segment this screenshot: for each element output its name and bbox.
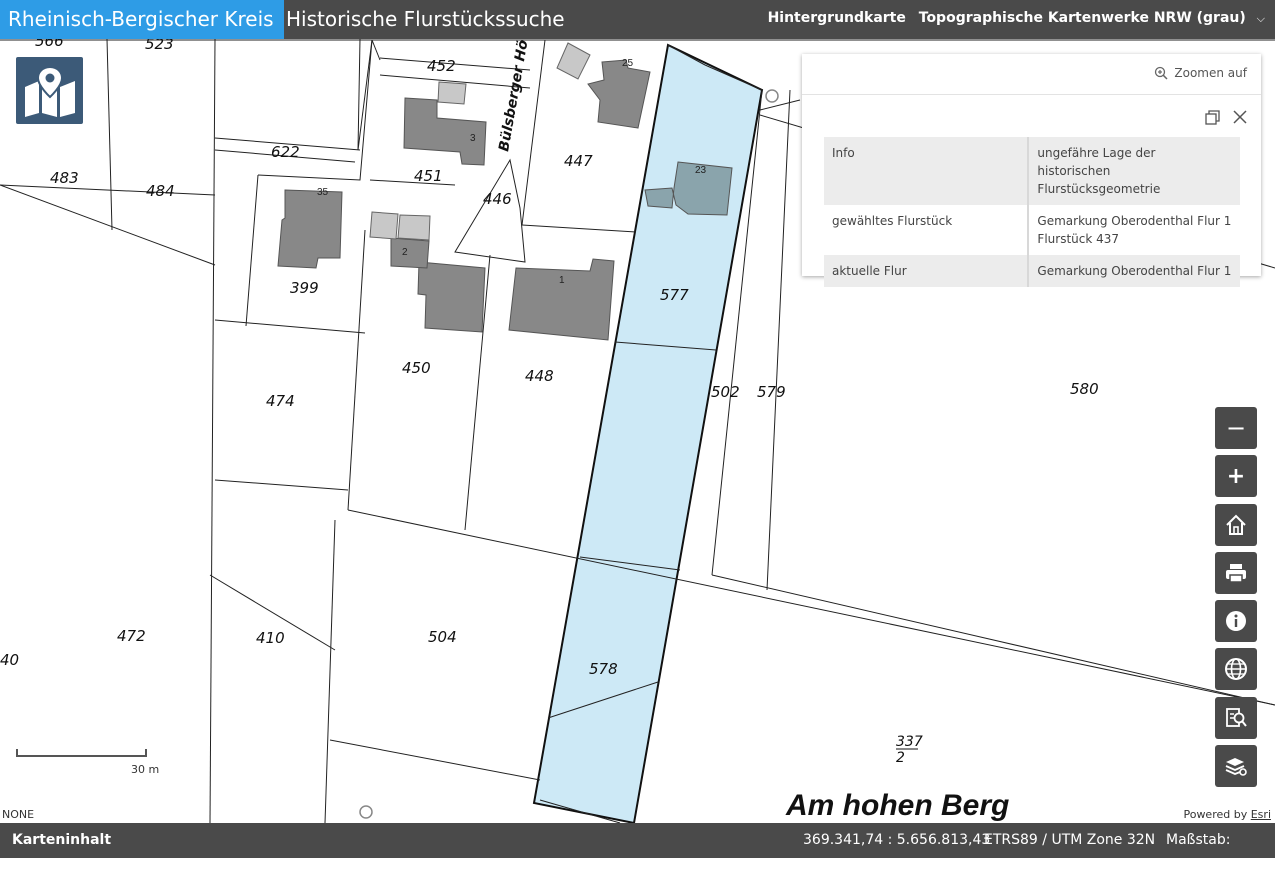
attribute-row: Info ungefähre Lage der historischen Flu… xyxy=(824,137,1240,205)
home-button[interactable] xyxy=(1215,504,1257,546)
chevron-down-icon[interactable]: ⌵ xyxy=(1257,12,1265,25)
esri-link[interactable]: Esri xyxy=(1251,808,1271,821)
layers-icon xyxy=(1225,758,1247,776)
zoom-to-button[interactable]: Zoomen auf xyxy=(1154,66,1247,80)
parcel-label: 504 xyxy=(428,628,457,646)
house-number: 2 xyxy=(402,247,408,258)
parcel-label: 580 xyxy=(1070,380,1099,398)
info-button[interactable] xyxy=(1215,600,1257,642)
house-number: 25 xyxy=(622,58,634,69)
parcel-label: 448 xyxy=(525,367,554,385)
parcel-label: 502 xyxy=(711,383,740,401)
attribute-row: gewähltes Flurstück Gemarkung Oberodenth… xyxy=(824,205,1240,255)
parcel-label: 577 xyxy=(660,286,689,304)
minus-icon: − xyxy=(1225,414,1247,442)
crs-label[interactable]: ETRS89 / UTM Zone 32N xyxy=(984,823,1155,858)
parcel-label: 579 xyxy=(757,383,786,401)
parcel-label: 483 xyxy=(50,169,79,187)
search-document-button[interactable] xyxy=(1215,697,1257,739)
place-label: Am hohen Berg xyxy=(785,789,1009,822)
location-marker-icon xyxy=(359,805,373,819)
location-marker-icon xyxy=(765,89,779,103)
house-number: 3 xyxy=(470,133,476,144)
zoom-to-label: Zoomen auf xyxy=(1174,66,1247,80)
street-label: Bülsberger Hö xyxy=(496,39,531,153)
basemap-label: Hintergrundkarte xyxy=(767,10,906,26)
app-logo-map-icon[interactable] xyxy=(16,57,83,124)
plus-icon: + xyxy=(1226,463,1246,489)
attribute-key: Info xyxy=(824,137,1030,205)
parcel-label: 452 xyxy=(427,57,456,75)
brand-title[interactable]: Rheinisch-Bergischer Kreis xyxy=(0,0,284,39)
parcel-label: 447 xyxy=(564,152,593,170)
parcel-label: 446 xyxy=(483,190,512,208)
attribution: Powered by Esri xyxy=(1183,808,1271,821)
house-number: 1 xyxy=(559,275,565,286)
scale-bar-label: 30 m xyxy=(131,763,160,776)
document-search-icon xyxy=(1226,708,1247,727)
zoom-in-button[interactable]: + xyxy=(1215,455,1257,497)
parcel-label: 578 xyxy=(589,660,618,678)
attribution-prefix: Powered by xyxy=(1183,808,1251,821)
attribute-value: Gemarkung Oberodenthal Flur 1 xyxy=(1028,255,1240,287)
parcel-label: 484 xyxy=(146,182,175,200)
basemap-selector[interactable]: Hintergrundkarte Topographische Kartenwe… xyxy=(768,0,1265,37)
parcel-label: 40 xyxy=(0,651,19,669)
home-icon xyxy=(1226,514,1246,535)
scale-bar xyxy=(16,749,147,757)
attribute-value: Gemarkung Oberodenthal Flur 1 Flurstück … xyxy=(1037,214,1232,246)
globe-button[interactable] xyxy=(1215,648,1257,690)
parcel-label: 472 xyxy=(117,627,146,645)
fraction-parcel-denominator: 2 xyxy=(896,750,905,766)
layers-button[interactable] xyxy=(1215,745,1257,787)
parcel-label: 474 xyxy=(266,392,295,410)
close-icon[interactable] xyxy=(1233,110,1247,124)
house-number: 23 xyxy=(695,165,707,176)
status-bar: Karteninhalt 369.341,74 : 5.656.813,43 E… xyxy=(0,823,1275,883)
map-content-button[interactable]: Karteninhalt xyxy=(12,823,111,858)
zoom-out-button[interactable]: − xyxy=(1215,407,1257,449)
map-pin-icon xyxy=(24,65,75,117)
parcel-label: 410 xyxy=(256,629,285,647)
attribute-row: aktuelle Flur Gemarkung Oberodenthal Flu… xyxy=(824,255,1240,287)
parcel-label: 450 xyxy=(402,359,431,377)
info-icon xyxy=(1226,611,1246,631)
top-bar: Rheinisch-Bergischer Kreis Historische F… xyxy=(0,0,1275,39)
print-icon xyxy=(1226,564,1246,583)
parcel-label: 399 xyxy=(290,279,319,297)
info-popup: Zoomen auf Info ungefähre Lage der histo… xyxy=(802,54,1261,287)
parcel-label: 622 xyxy=(271,143,300,161)
attribute-table: Info ungefähre Lage der historischen Flu… xyxy=(824,137,1240,287)
parcel-label: 523 xyxy=(145,39,174,53)
print-button[interactable] xyxy=(1215,552,1257,594)
house-number: 35 xyxy=(317,187,329,198)
attribute-key: aktuelle Flur xyxy=(824,255,1030,287)
fraction-parcel-numerator: 337 xyxy=(896,734,923,750)
scale-readout: Maßstab: 1:877 xyxy=(1166,832,1231,883)
parcel-label: 566 xyxy=(35,39,64,50)
dock-icon[interactable] xyxy=(1205,109,1221,125)
globe-icon xyxy=(1225,658,1247,680)
app-title: Historische Flurstückssuche xyxy=(286,7,565,31)
none-label: NONE xyxy=(2,808,35,821)
coordinate-readout: 369.341,74 : 5.656.813,43 xyxy=(803,832,991,848)
popup-header: Zoomen auf xyxy=(802,54,1261,95)
zoom-in-icon xyxy=(1155,66,1168,80)
attribute-key: gewähltes Flurstück xyxy=(824,205,1030,255)
popup-controls xyxy=(1205,109,1247,125)
parcel-label: 451 xyxy=(414,167,443,185)
basemap-value[interactable]: Topographische Kartenwerke NRW (grau) xyxy=(919,10,1246,26)
attribute-value: ungefähre Lage der historischen Flurstüc… xyxy=(1028,137,1240,205)
